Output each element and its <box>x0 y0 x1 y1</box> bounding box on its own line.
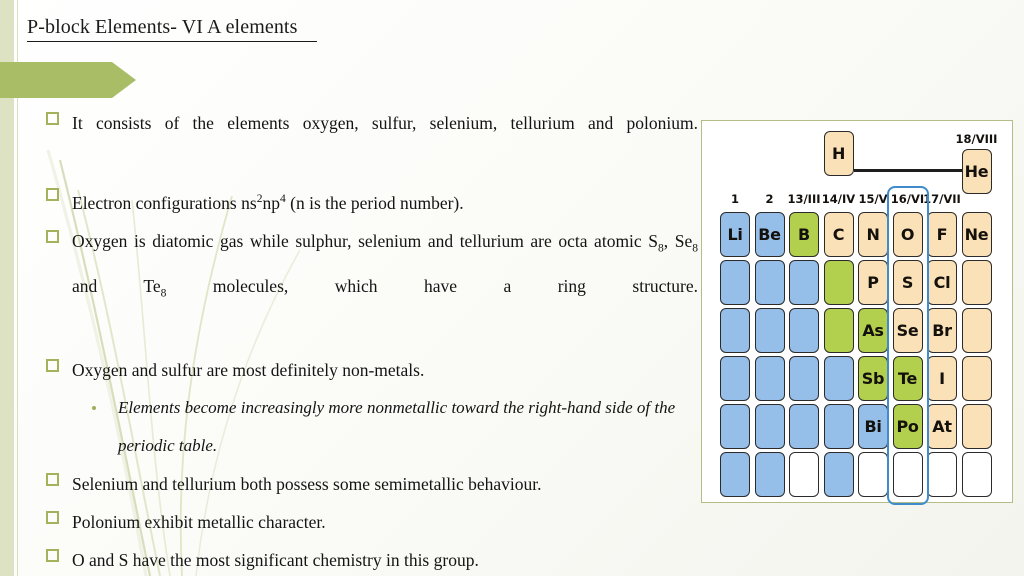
checkbox-bullet-icon <box>46 188 59 201</box>
element-cell-i: I <box>927 356 957 401</box>
element-cell-bi: Bi <box>858 404 888 449</box>
bullet-text: Electron configurations ns2np4 (n is the… <box>72 180 698 222</box>
element-cell-empty <box>823 404 854 449</box>
bullet-text: Selenium and tellurium both possess some… <box>72 473 542 494</box>
list-item: It consists of the elements oxygen, sulf… <box>46 104 698 180</box>
element-cell-empty <box>961 356 992 401</box>
checkbox-bullet-icon <box>46 112 59 125</box>
bullet-text-b: and Te <box>72 276 161 297</box>
periodic-table-figure: H He 18/VIII 1 2 13/III 14/IV 15/V 16/VI 17/VII Li… <box>701 120 1013 505</box>
bullet-text: Oxygen and sulfur are most definitely no… <box>72 359 425 380</box>
group-label-17-VII: 17/VII <box>923 192 961 206</box>
bullet-text: O and S have the most significant chemis… <box>72 549 479 570</box>
element-cell-empty <box>961 452 992 497</box>
element-cell-empty <box>754 260 785 305</box>
checkbox-bullet-icon <box>46 229 59 243</box>
bullet-text: Polonium exhibit metallic character. <box>72 511 326 532</box>
bullet-text-a: , Se <box>663 230 693 251</box>
list-item: Oxygen and sulfur are most definitely no… <box>46 351 698 389</box>
list-item: Selenium and tellurium both possess some… <box>46 465 698 503</box>
element-cell-b: B <box>789 212 819 257</box>
element-cell-empty <box>823 356 854 401</box>
checkbox-bullet-icon <box>46 358 59 372</box>
element-cell-c: C <box>823 212 854 257</box>
element-cell-as: As <box>858 308 888 353</box>
element-cell-empty <box>823 260 854 305</box>
element-cell-empty <box>927 452 957 497</box>
element-cell-o: O <box>892 212 923 257</box>
element-cell-sb: Sb <box>858 356 888 401</box>
element-cell-ne: Ne <box>961 212 992 257</box>
element-cell-empty <box>720 308 750 353</box>
list-item: Electron configurations ns2np4 (n is the… <box>46 180 698 222</box>
bullet-list: It consists of the elements oxygen, sulf… <box>46 104 698 576</box>
bullet-text-pre: Electron configurations ns <box>72 192 257 213</box>
element-cell-at: At <box>927 404 957 449</box>
element-cell-empty <box>823 308 854 353</box>
element-cell-empty <box>789 452 819 497</box>
sub-list-item: Elements become increasingly more nonmet… <box>92 389 698 465</box>
element-cell-empty <box>754 356 785 401</box>
element-cell-empty <box>720 452 750 497</box>
element-cell-be: Be <box>754 212 785 257</box>
periodic-table-grid: H He 18/VIII 1 2 13/III 14/IV 15/V 16/VI 17/VII Li… <box>702 121 1012 505</box>
checkbox-bullet-icon <box>46 472 59 486</box>
page-title: P-block Elements- VI A elements <box>27 16 298 38</box>
subscript-8-b: 8 <box>692 242 698 255</box>
bullet-text: It consists of the elements oxygen, sulf… <box>72 113 698 133</box>
checkbox-bullet-icon <box>46 510 59 524</box>
element-cell-br: Br <box>927 308 957 353</box>
element-cell-s: S <box>892 260 923 305</box>
element-cell-te: Te <box>892 356 923 401</box>
element-cell-cl: Cl <box>927 260 957 305</box>
element-cell-empty <box>754 308 785 353</box>
element-cell-f: F <box>927 212 957 257</box>
bullet-text: Oxygen is diatomic gas while sulphur, se… <box>72 222 698 351</box>
slide-canvas: P-block Elements- VI A elements It consi… <box>0 0 1024 576</box>
element-cell-empty <box>961 260 992 305</box>
element-cell-empty <box>720 356 750 401</box>
olive-arrow-banner <box>0 62 136 98</box>
dot-bullet-icon <box>92 405 96 410</box>
checkbox-bullet-icon <box>46 548 59 562</box>
element-cell-empty <box>961 308 992 353</box>
element-cell-empty <box>961 404 992 449</box>
element-cell-empty <box>789 308 819 353</box>
element-cell-po: Po <box>892 404 923 449</box>
element-cell-empty <box>858 452 888 497</box>
element-cell-se: Se <box>892 308 923 353</box>
element-cell-p: P <box>858 260 888 305</box>
list-item: O and S have the most significant chemis… <box>46 541 698 576</box>
page-title-underline <box>27 41 317 42</box>
bullet-text-post: (n is the period number). <box>285 192 464 213</box>
group-label-18: 18/VIII <box>955 132 998 146</box>
element-cell-empty <box>754 452 785 497</box>
element-cell-empty <box>892 452 923 497</box>
element-cell-li: Li <box>720 212 750 257</box>
bullet-text-mid: np <box>262 192 280 213</box>
element-cell-h: H <box>823 131 854 176</box>
element-cell-empty <box>754 404 785 449</box>
bullet-text-pre: Oxygen is diatomic gas while sulphur, se… <box>72 230 658 251</box>
element-cell-empty <box>789 356 819 401</box>
element-cell-empty <box>720 260 750 305</box>
element-cell-he: He <box>961 149 992 194</box>
h-he-connector-line <box>853 169 962 172</box>
element-cell-empty <box>720 404 750 449</box>
bullet-text-post: molecules, which have a ring structure. <box>166 276 699 297</box>
sub-bullet-text: Elements become increasingly more nonmet… <box>118 397 676 455</box>
list-item: Polonium exhibit metallic character. <box>46 503 698 541</box>
element-cell-empty <box>789 404 819 449</box>
element-cell-empty <box>823 452 854 497</box>
list-item: Oxygen is diatomic gas while sulphur, se… <box>46 222 698 351</box>
element-cell-empty <box>789 260 819 305</box>
element-cell-n: N <box>858 212 888 257</box>
